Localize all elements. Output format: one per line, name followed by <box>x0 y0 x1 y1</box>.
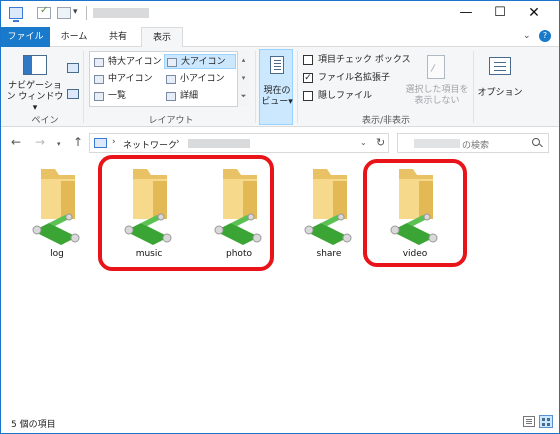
search-input[interactable]: の検索 <box>397 133 549 153</box>
close-button[interactable]: ✕ <box>517 1 551 25</box>
large-icons-icon <box>167 58 177 67</box>
network-share-share[interactable]: share <box>291 165 367 265</box>
tab-share[interactable]: 共有 <box>98 27 138 47</box>
group-separator <box>255 51 256 123</box>
file-extensions-checkbox[interactable]: ✓ <box>303 73 313 83</box>
current-view-button[interactable]: 現在の ビュー▾ <box>259 49 293 125</box>
small-icons-icon <box>166 75 176 84</box>
group-separator <box>83 51 84 123</box>
item-checkboxes-toggle[interactable]: 項目チェック ボックス <box>303 53 411 67</box>
group-label-pane: ペイン <box>31 116 59 126</box>
minimize-button[interactable]: — <box>449 1 483 25</box>
network-folder-icon <box>304 169 352 245</box>
current-view-label: 現在の ビュー▾ <box>261 86 293 107</box>
status-bar: 5 個の項目 <box>1 411 559 433</box>
refresh-icon[interactable]: ↻ <box>376 136 385 149</box>
breadcrumb-chevron-icon[interactable]: › <box>176 137 180 147</box>
tab-view[interactable]: 表示 <box>141 27 183 48</box>
layout-gallery-scroll[interactable]: ▴ ▾ ⏷ <box>237 51 249 107</box>
medium-icons-icon <box>94 75 104 84</box>
new-folder-icon[interactable] <box>57 7 71 19</box>
ribbon-tabs: ファイル ホーム 共有 表示 ⌄ ? <box>1 27 559 48</box>
navigation-pane-button[interactable]: ナビゲーション ウィンドウ▾ <box>5 81 65 114</box>
chevron-down-icon[interactable]: ⌄ <box>523 31 531 41</box>
layout-gallery: 特大アイコン 大アイコン 中アイコン 小アイコン 一覧 詳細 <box>89 51 249 107</box>
details-pane-icon[interactable] <box>67 89 79 99</box>
forward-arrow-icon[interactable]: → <box>35 135 45 149</box>
details-view-icon[interactable] <box>523 416 535 427</box>
highlight-box-music-photo <box>98 155 274 271</box>
up-arrow-icon[interactable]: ↑ <box>73 135 83 149</box>
address-dropdown-icon[interactable]: ⌄ <box>360 138 367 147</box>
tab-home[interactable]: ホーム <box>52 27 96 47</box>
item-count: 5 個の項目 <box>11 420 56 430</box>
layout-small-icons[interactable]: 小アイコン <box>164 72 236 87</box>
group-label-show-hide: 表示/非表示 <box>361 116 411 126</box>
details-icon <box>166 92 176 101</box>
item-checkboxes-checkbox[interactable] <box>303 55 313 65</box>
group-separator <box>473 51 474 123</box>
address-field[interactable]: › ネットワーク › ⌄ ↻ <box>89 133 389 153</box>
search-placeholder: の検索 <box>462 141 490 151</box>
options-icon[interactable] <box>489 57 511 75</box>
file-list: log music photo share video <box>1 155 559 409</box>
network-share-log[interactable]: log <box>19 165 95 265</box>
blurred-breadcrumb-host[interactable] <box>188 139 250 148</box>
blurred-window-title <box>93 8 149 18</box>
network-folder-icon <box>32 169 80 245</box>
explorer-window: ▾ — ☐ ✕ ファイル ホーム 共有 表示 ⌄ ? ナビゲーション ウィンドウ… <box>0 0 560 434</box>
hidden-items-toggle[interactable]: 隠しファイル <box>303 89 372 103</box>
quick-access-dropdown-icon[interactable]: ▾ <box>73 7 78 17</box>
list-icon <box>94 92 104 101</box>
search-icon[interactable] <box>532 138 542 148</box>
layout-large-icons[interactable]: 大アイコン <box>164 54 236 69</box>
layout-medium-icons[interactable]: 中アイコン <box>92 72 162 87</box>
hide-selected-icon <box>427 55 445 79</box>
extra-large-icons-icon <box>94 58 104 67</box>
title-separator <box>86 6 87 20</box>
sort-by-icon <box>270 56 284 74</box>
file-extensions-toggle[interactable]: ✓ ファイル名拡張子 <box>303 71 390 85</box>
highlight-box-video <box>363 159 467 267</box>
breadcrumb-network[interactable]: ネットワーク <box>123 138 177 151</box>
layout-list[interactable]: 一覧 <box>92 89 162 104</box>
computer-icon[interactable] <box>9 7 23 22</box>
help-icon[interactable]: ? <box>539 30 551 42</box>
ribbon-view-panel: ナビゲーション ウィンドウ▾ ペイン 特大アイコン 大アイコン 中アイコン 小ア… <box>1 47 559 127</box>
options-button[interactable]: オプション <box>477 85 523 98</box>
item-label: share <box>316 249 342 259</box>
layout-details[interactable]: 詳細 <box>164 89 236 104</box>
group-separator <box>297 51 298 123</box>
tab-file[interactable]: ファイル <box>1 27 50 47</box>
hide-selected-items-button: 選択した項目を 表示しない <box>405 85 469 106</box>
hidden-items-checkbox[interactable] <box>303 91 313 101</box>
large-icons-view-icon[interactable] <box>539 415 553 428</box>
blurred-search-scope <box>414 139 460 148</box>
address-bar-row: ← → ▾ ↑ › ネットワーク › ⌄ ↻ の検索 <box>1 128 559 158</box>
computer-icon <box>94 138 107 148</box>
recent-locations-icon[interactable]: ▾ <box>57 137 61 151</box>
properties-icon[interactable] <box>37 5 51 19</box>
maximize-button[interactable]: ☐ <box>483 1 517 25</box>
preview-pane-icon[interactable] <box>67 63 79 73</box>
group-label-layout: レイアウト <box>148 116 194 126</box>
title-bar: ▾ — ☐ ✕ <box>1 1 559 27</box>
navigation-pane-icon[interactable] <box>23 55 47 75</box>
back-arrow-icon[interactable]: ← <box>11 135 21 149</box>
breadcrumb-chevron-icon[interactable]: › <box>112 137 116 147</box>
item-label: log <box>50 249 64 259</box>
layout-extra-large-icons[interactable]: 特大アイコン <box>92 55 162 70</box>
